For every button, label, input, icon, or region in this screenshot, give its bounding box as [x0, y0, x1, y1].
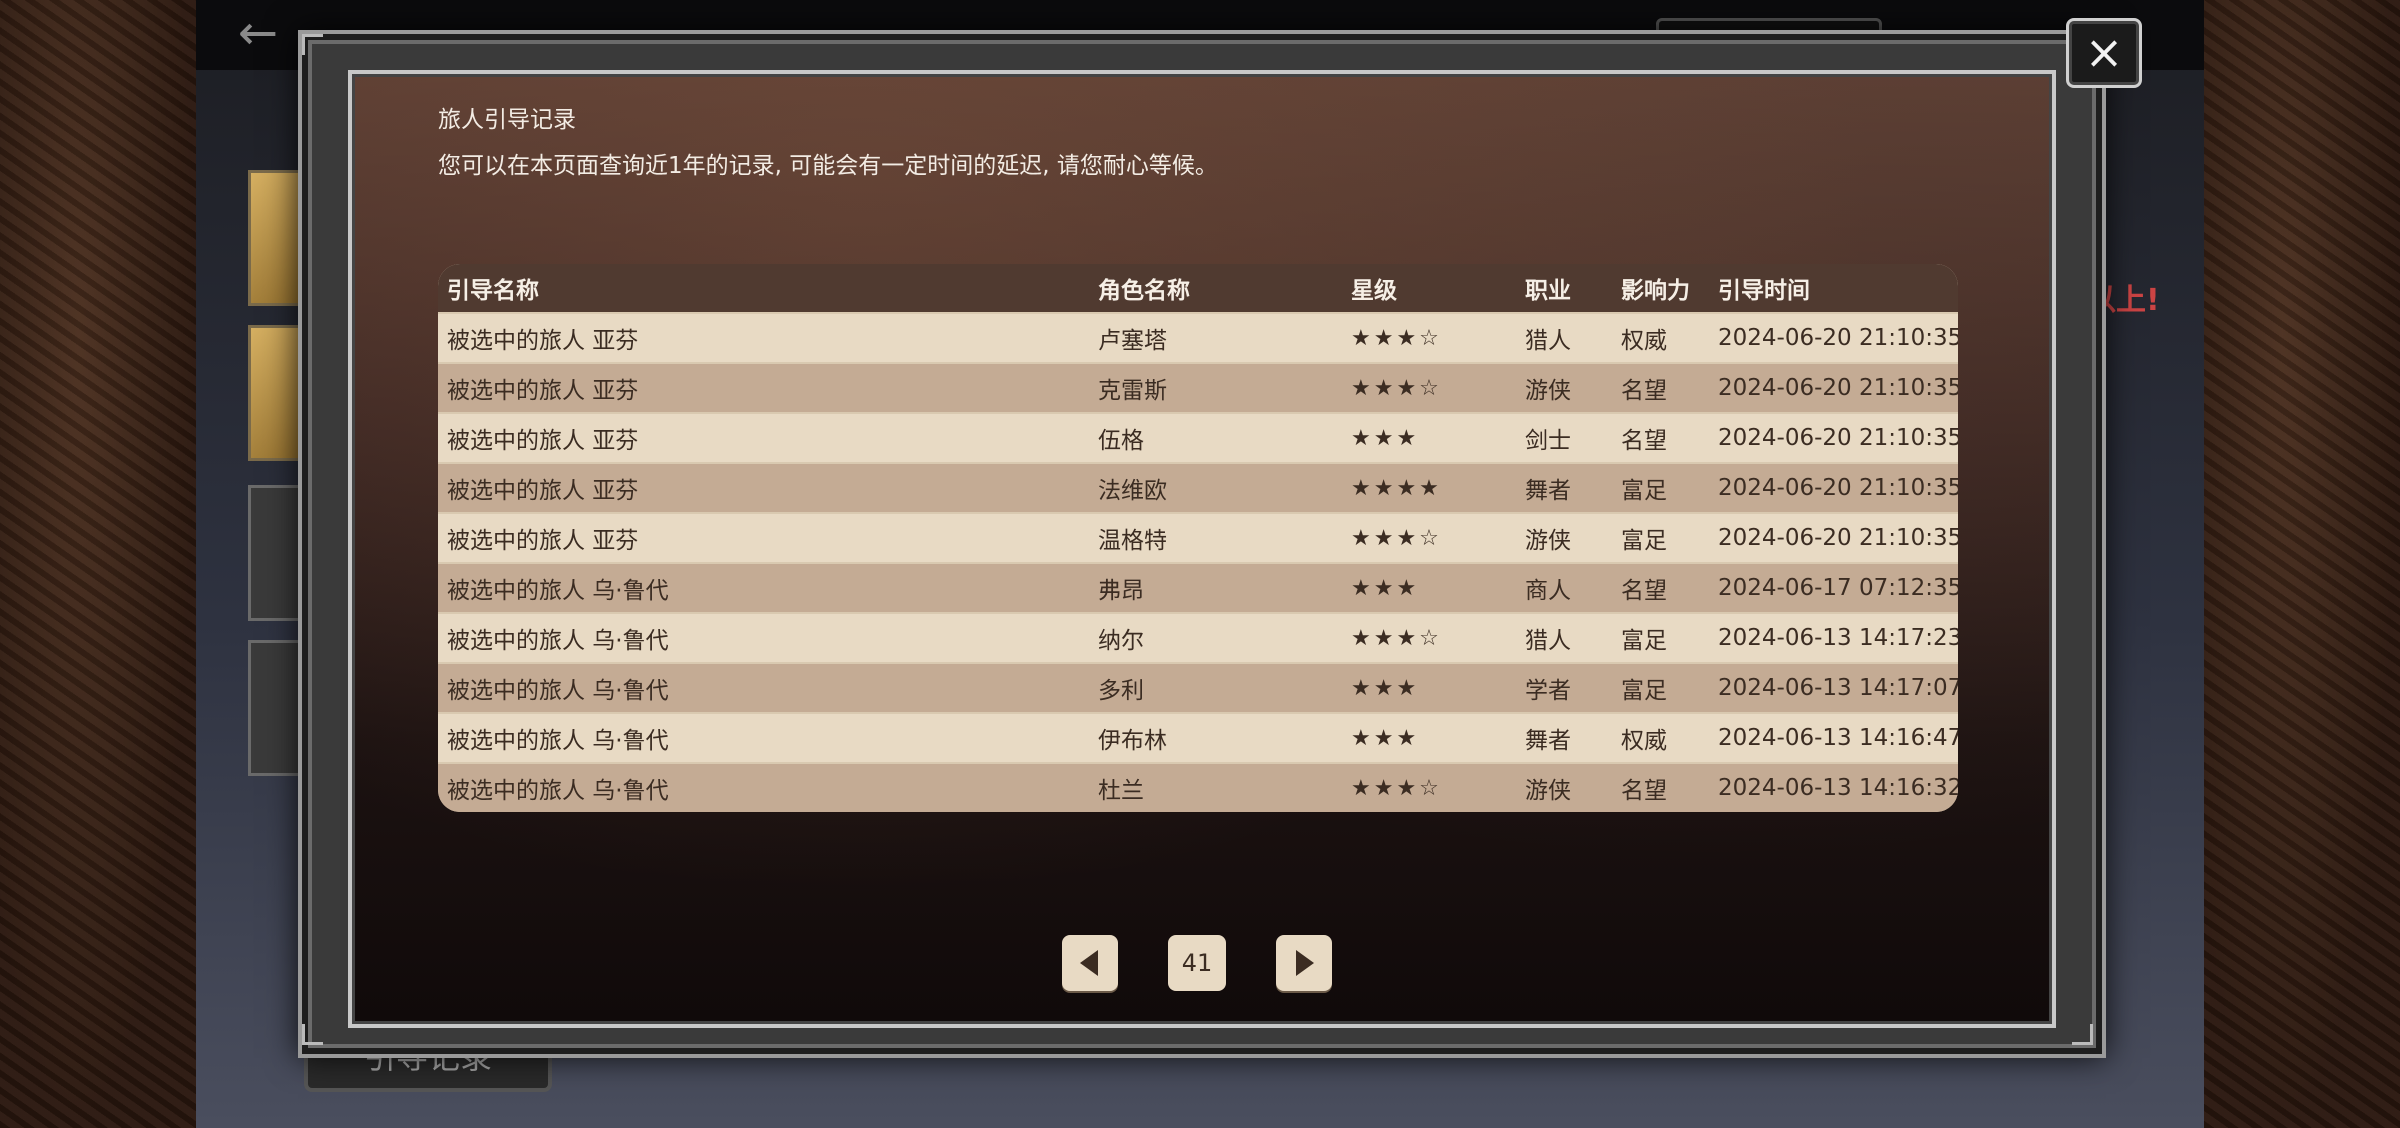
cell-guide-name: 被选中的旅人 亚芬	[447, 378, 639, 404]
cell-guide-time: 2024-06-13 14:16:47	[1718, 725, 1958, 751]
cell-guide-time: 2024-06-17 07:12:35	[1718, 575, 1958, 601]
table-row: 被选中的旅人 亚芬 卢塞塔 ★★★☆ 猎人 权威 2024-06-20 21:1…	[438, 312, 1958, 362]
cell-character-name: 卢塞塔	[1098, 328, 1167, 354]
table-row: 被选中的旅人 乌·鲁代 纳尔 ★★★☆ 猎人 富足 2024-06-13 14:…	[438, 612, 1958, 662]
next-page-button[interactable]	[1276, 935, 1332, 991]
cell-guide-time: 2024-06-20 21:10:35	[1718, 375, 1958, 401]
cell-influence: 富足	[1621, 528, 1667, 554]
table-header: 引导名称 角色名称 星级 职业 影响力 引导时间	[438, 264, 1958, 312]
cell-guide-name: 被选中的旅人 乌·鲁代	[447, 628, 669, 654]
cell-character-name: 温格特	[1098, 528, 1167, 554]
cell-stars: ★★★☆	[1351, 625, 1442, 651]
cell-job: 游侠	[1525, 378, 1571, 404]
cell-job: 学者	[1525, 678, 1571, 704]
cell-job: 舞者	[1525, 728, 1571, 754]
table-row: 被选中的旅人 乌·鲁代 杜兰 ★★★☆ 游侠 名望 2024-06-13 14:…	[438, 762, 1958, 812]
frame-corner	[302, 34, 323, 55]
cell-guide-name: 被选中的旅人 乌·鲁代	[447, 578, 669, 604]
dialog-title: 旅人引导记录	[438, 107, 576, 133]
cell-character-name: 法维欧	[1098, 478, 1167, 504]
table-row: 被选中的旅人 亚芬 克雷斯 ★★★☆ 游侠 名望 2024-06-20 21:1…	[438, 362, 1958, 412]
triangle-right-icon	[1296, 950, 1314, 976]
cell-stars: ★★★	[1351, 425, 1420, 451]
close-icon: ×	[2084, 25, 2124, 79]
table-row: 被选中的旅人 亚芬 法维欧 ★★★★ 舞者 富足 2024-06-20 21:1…	[438, 462, 1958, 512]
cell-job: 猎人	[1525, 328, 1571, 354]
left-wood-background	[0, 0, 196, 1128]
cell-character-name: 伍格	[1098, 428, 1144, 454]
cell-guide-name: 被选中的旅人 乌·鲁代	[447, 678, 669, 704]
cell-job: 商人	[1525, 578, 1571, 604]
cell-influence: 名望	[1621, 378, 1667, 404]
cell-guide-time: 2024-06-13 14:16:32	[1718, 775, 1958, 801]
cell-influence: 权威	[1621, 328, 1667, 354]
cell-stars: ★★★	[1351, 575, 1420, 601]
cell-guide-time: 2024-06-20 21:10:35	[1718, 525, 1958, 551]
cell-character-name: 杜兰	[1098, 778, 1144, 804]
cell-job: 舞者	[1525, 478, 1571, 504]
table-row: 被选中的旅人 乌·鲁代 弗昂 ★★★ 商人 名望 2024-06-17 07:1…	[438, 562, 1958, 612]
cell-influence: 权威	[1621, 728, 1667, 754]
cell-influence: 名望	[1621, 578, 1667, 604]
cell-stars: ★★★	[1351, 675, 1420, 701]
cell-job: 剑士	[1525, 428, 1571, 454]
cell-stars: ★★★☆	[1351, 375, 1442, 401]
triangle-left-icon	[1080, 950, 1098, 976]
header-guide-time: 引导时间	[1718, 278, 1810, 304]
cell-stars: ★★★★	[1351, 475, 1442, 501]
cell-guide-time: 2024-06-20 21:10:35	[1718, 475, 1958, 501]
cell-job: 猎人	[1525, 628, 1571, 654]
cell-guide-name: 被选中的旅人 亚芬	[447, 528, 639, 554]
cell-guide-time: 2024-06-20 21:10:35	[1718, 425, 1958, 451]
page-number: 41	[1168, 935, 1226, 991]
cell-influence: 富足	[1621, 678, 1667, 704]
header-job: 职业	[1525, 278, 1571, 304]
frame-corner	[2072, 1024, 2093, 1045]
cell-stars: ★★★☆	[1351, 775, 1442, 801]
cell-character-name: 多利	[1098, 678, 1144, 704]
dialog-subtitle: 您可以在本页面查询近1年的记录, 可能会有一定时间的延迟, 请您耐心等候。	[438, 153, 1218, 179]
cell-character-name: 伊布林	[1098, 728, 1167, 754]
cell-job: 游侠	[1525, 528, 1571, 554]
cell-guide-name: 被选中的旅人 亚芬	[447, 478, 639, 504]
prev-page-button[interactable]	[1062, 935, 1118, 991]
cell-stars: ★★★☆	[1351, 325, 1442, 351]
cell-character-name: 克雷斯	[1098, 378, 1167, 404]
cell-stars: ★★★☆	[1351, 525, 1442, 551]
guide-record-table: 引导名称 角色名称 星级 职业 影响力 引导时间 被选中的旅人 亚芬 卢塞塔 ★…	[438, 264, 1958, 812]
cell-guide-name: 被选中的旅人 乌·鲁代	[447, 728, 669, 754]
cell-guide-time: 2024-06-20 21:10:35	[1718, 325, 1958, 351]
header-influence: 影响力	[1621, 278, 1690, 304]
table-row: 被选中的旅人 亚芬 伍格 ★★★ 剑士 名望 2024-06-20 21:10:…	[438, 412, 1958, 462]
cell-job: 游侠	[1525, 778, 1571, 804]
table-row: 被选中的旅人 乌·鲁代 多利 ★★★ 学者 富足 2024-06-13 14:1…	[438, 662, 1958, 712]
cell-guide-time: 2024-06-13 14:17:07	[1718, 675, 1958, 701]
cell-character-name: 纳尔	[1098, 628, 1144, 654]
cell-influence: 名望	[1621, 428, 1667, 454]
back-arrow-icon: ←	[237, 5, 279, 61]
cell-guide-name: 被选中的旅人 亚芬	[447, 428, 639, 454]
right-wood-background	[2204, 0, 2400, 1128]
cell-guide-name: 被选中的旅人 亚芬	[447, 328, 639, 354]
header-character-name: 角色名称	[1098, 278, 1190, 304]
table-row: 被选中的旅人 亚芬 温格特 ★★★☆ 游侠 富足 2024-06-20 21:1…	[438, 512, 1958, 562]
header-guide-name: 引导名称	[447, 278, 539, 304]
cell-guide-time: 2024-06-13 14:17:23	[1718, 625, 1958, 651]
cell-influence: 富足	[1621, 628, 1667, 654]
frame-corner	[302, 1024, 323, 1045]
cell-guide-name: 被选中的旅人 乌·鲁代	[447, 778, 669, 804]
close-button[interactable]: ×	[2066, 18, 2142, 88]
cell-influence: 名望	[1621, 778, 1667, 804]
header-stars: 星级	[1351, 278, 1397, 304]
cell-influence: 富足	[1621, 478, 1667, 504]
table-row: 被选中的旅人 乌·鲁代 伊布林 ★★★ 舞者 权威 2024-06-13 14:…	[438, 712, 1958, 762]
cell-character-name: 弗昂	[1098, 578, 1144, 604]
cell-stars: ★★★	[1351, 725, 1420, 751]
